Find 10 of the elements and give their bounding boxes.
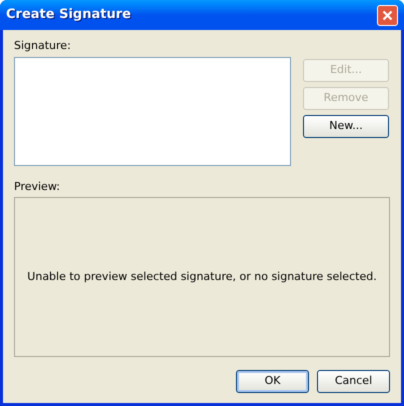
signature-label: Signature:	[14, 38, 72, 54]
close-button[interactable]	[377, 4, 398, 26]
dialog-button[interactable]: Cancel	[317, 370, 390, 393]
close-icon	[382, 10, 393, 20]
dialog-button[interactable]: OK	[236, 370, 309, 393]
dialog-button[interactable]: New...	[303, 115, 389, 138]
preview-message: Unable to preview selected signature, or no signature selected.	[27, 268, 377, 285]
signature-list[interactable]	[14, 57, 291, 166]
preview-label: Preview:	[14, 179, 61, 195]
window-title: Create Signature	[6, 6, 131, 24]
